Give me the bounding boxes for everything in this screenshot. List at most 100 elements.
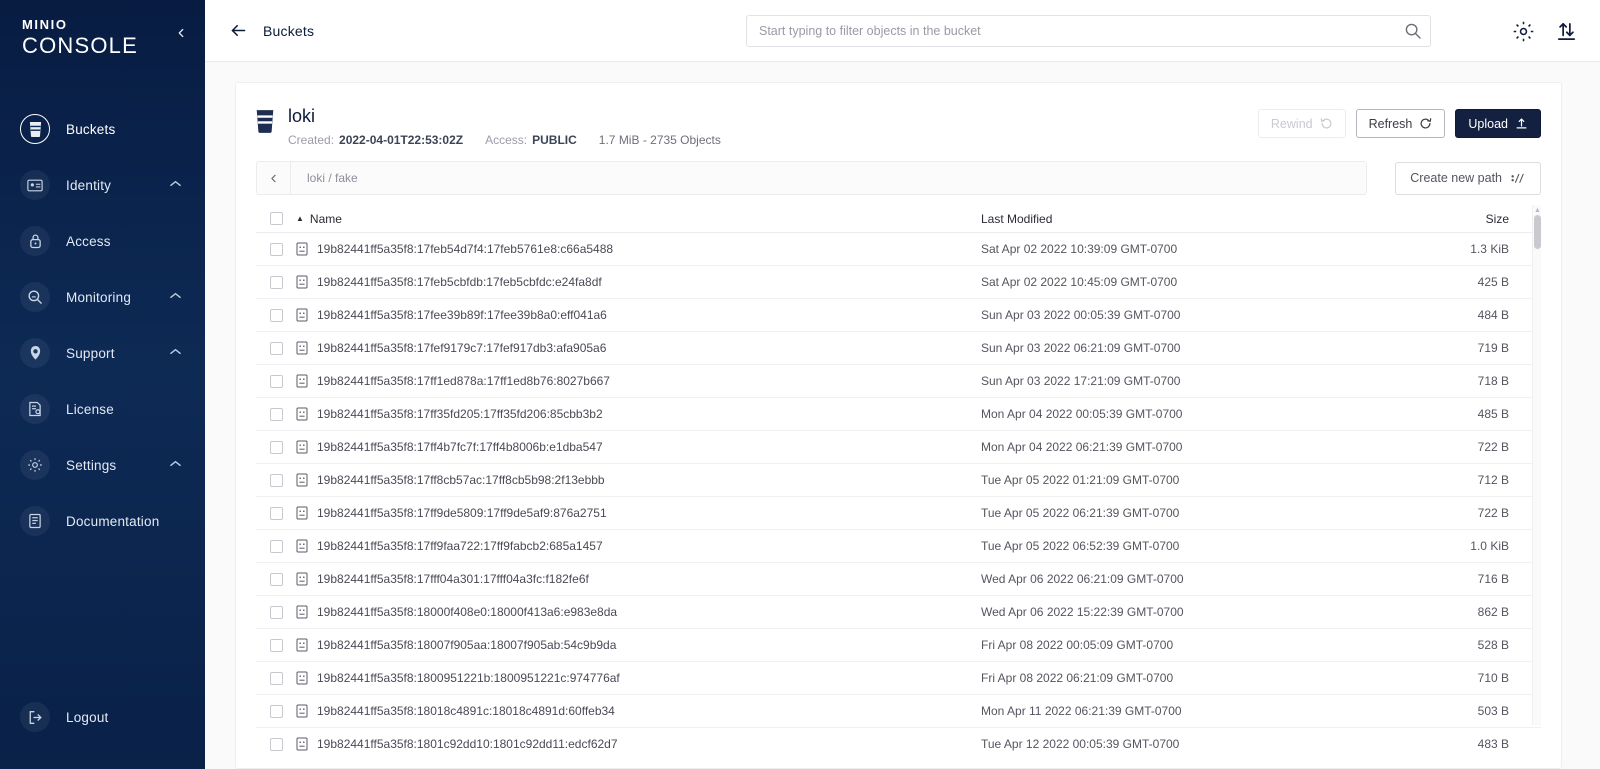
sidebar-item-monitoring[interactable]: Monitoring [0, 269, 205, 325]
object-name-cell[interactable]: 19b82441ff5a35f8:17ff8cb57ac:17ff8cb5b98… [296, 473, 981, 487]
breadcrumb[interactable]: loki / fake [290, 161, 1368, 195]
logout-container: Logout [0, 689, 205, 745]
object-last-modified: Tue Apr 05 2022 06:21:39 GMT-0700 [981, 506, 1180, 520]
row-checkbox[interactable] [269, 704, 283, 718]
table-row[interactable]: 19b82441ff5a35f8:18007f905aa:18007f905ab… [256, 629, 1541, 662]
sidebar-item-identity[interactable]: Identity [0, 157, 205, 213]
sidebar-item-support[interactable]: Support [0, 325, 205, 381]
object-name-cell[interactable]: 19b82441ff5a35f8:17ff9de5809:17ff9de5af9… [296, 506, 981, 520]
chevron-up-icon[interactable] [170, 348, 181, 359]
top-bar: Buckets [205, 0, 1600, 62]
table-row[interactable]: 19b82441ff5a35f8:17fee39b89f:17fee39b8a0… [256, 299, 1541, 332]
sidebar-item-buckets[interactable]: Buckets [0, 101, 205, 157]
sidebar-item-logout[interactable]: Logout [0, 689, 205, 745]
table-row[interactable]: 19b82441ff5a35f8:18000f408e0:18000f413a6… [256, 596, 1541, 629]
file-icon [296, 605, 308, 619]
chevron-left-icon[interactable] [173, 26, 189, 42]
row-checkbox[interactable] [269, 341, 283, 355]
select-all-checkbox[interactable] [269, 212, 283, 225]
table-row[interactable]: 19b82441ff5a35f8:17fef9179c7:17fef917db3… [256, 332, 1541, 365]
object-name-cell[interactable]: 19b82441ff5a35f8:18000f408e0:18000f413a6… [296, 605, 981, 619]
scroll-up-icon[interactable]: ▲ [1533, 206, 1542, 214]
column-header-last-modified[interactable]: Last Modified [981, 212, 1411, 226]
object-name-cell[interactable]: 19b82441ff5a35f8:17feb5cbfdb:17feb5cbfdc… [296, 275, 981, 289]
rewind-label: Rewind [1270, 116, 1313, 131]
table-row[interactable]: 19b82441ff5a35f8:17ff9faa722:17ff9fabcb2… [256, 530, 1541, 563]
chevron-up-icon[interactable] [170, 180, 181, 191]
object-name-cell[interactable]: 19b82441ff5a35f8:1800951221b:1800951221c… [296, 671, 981, 685]
table-row[interactable]: 19b82441ff5a35f8:17feb54d7f4:17feb5761e8… [256, 233, 1541, 266]
table-row[interactable]: 19b82441ff5a35f8:17ff9de5809:17ff9de5af9… [256, 497, 1541, 530]
row-checkbox[interactable] [269, 242, 283, 256]
row-checkbox[interactable] [269, 638, 283, 652]
bucket-info: loki Created: 2022-04-01T22:53:02Z Acces… [288, 105, 721, 147]
upload-button[interactable]: Upload [1455, 109, 1541, 138]
column-header-size[interactable]: Size [1411, 212, 1541, 226]
table-row[interactable]: 19b82441ff5a35f8:17ff1ed878a:17ff1ed8b76… [256, 365, 1541, 398]
search-input[interactable] [746, 15, 1431, 47]
refresh-button[interactable]: Refresh [1355, 109, 1446, 138]
row-checkbox[interactable] [269, 572, 283, 586]
create-new-path-button[interactable]: Create new path [1395, 161, 1541, 195]
object-size: 503 B [1477, 704, 1509, 718]
table-row[interactable]: 19b82441ff5a35f8:17ff4b7fc7f:17ff4b8006b… [256, 431, 1541, 464]
sidebar-item-settings[interactable]: Settings [0, 437, 205, 493]
object-size: 722 B [1477, 440, 1509, 454]
sidebar-item-documentation[interactable]: Documentation [0, 493, 205, 549]
chevron-up-icon[interactable] [170, 292, 181, 303]
bucket-name: loki [288, 106, 316, 126]
table-row[interactable]: 19b82441ff5a35f8:17ff35fd205:17ff35fd206… [256, 398, 1541, 431]
object-name-cell[interactable]: 19b82441ff5a35f8:17ff9faa722:17ff9fabcb2… [296, 539, 981, 553]
path-back-button[interactable] [256, 161, 290, 195]
table-row[interactable]: 19b82441ff5a35f8:1800951221b:1800951221c… [256, 662, 1541, 695]
object-name-cell[interactable]: 19b82441ff5a35f8:18018c4891c:18018c4891d… [296, 704, 981, 718]
object-name-cell[interactable]: 19b82441ff5a35f8:17ff35fd205:17ff35fd206… [296, 407, 981, 421]
object-last-modified: Tue Apr 05 2022 01:21:09 GMT-0700 [981, 473, 1180, 487]
row-checkbox[interactable] [269, 671, 283, 685]
row-checkbox[interactable] [269, 506, 283, 520]
column-header-name[interactable]: ▲ Name [296, 212, 981, 226]
chevron-up-icon[interactable] [170, 460, 181, 471]
table-row[interactable]: 19b82441ff5a35f8:1801c92dd10:1801c92dd11… [256, 728, 1541, 753]
object-name-cell[interactable]: 19b82441ff5a35f8:1801c92dd10:1801c92dd11… [296, 737, 981, 751]
table-row[interactable]: 19b82441ff5a35f8:17feb5cbfdb:17feb5cbfdc… [256, 266, 1541, 299]
object-name: 19b82441ff5a35f8:18018c4891c:18018c4891d… [317, 704, 615, 718]
table-row[interactable]: 19b82441ff5a35f8:17fff04a301:17fff04a3fc… [256, 563, 1541, 596]
object-name: 19b82441ff5a35f8:17ff9faa722:17ff9fabcb2… [317, 539, 603, 553]
row-select-cell [256, 407, 296, 421]
object-size: 484 B [1477, 308, 1509, 322]
row-checkbox[interactable] [269, 374, 283, 388]
object-name-cell[interactable]: 19b82441ff5a35f8:17fee39b89f:17fee39b8a0… [296, 308, 981, 322]
sidebar-item-access[interactable]: Access [0, 213, 205, 269]
object-size: 483 B [1477, 737, 1509, 751]
object-size: 1.0 KiB [1470, 539, 1509, 553]
object-name-cell[interactable]: 19b82441ff5a35f8:17fef9179c7:17fef917db3… [296, 341, 981, 355]
table-row[interactable]: 19b82441ff5a35f8:17ff8cb57ac:17ff8cb5b98… [256, 464, 1541, 497]
object-name-cell[interactable]: 19b82441ff5a35f8:17fff04a301:17fff04a3fc… [296, 572, 981, 586]
row-select-cell [256, 275, 296, 289]
row-checkbox[interactable] [269, 275, 283, 289]
gear-icon[interactable] [1512, 20, 1535, 43]
arrow-left-icon[interactable] [227, 20, 249, 42]
row-checkbox[interactable] [269, 473, 283, 487]
object-name-cell[interactable]: 19b82441ff5a35f8:17feb54d7f4:17feb5761e8… [296, 242, 981, 256]
row-checkbox[interactable] [269, 539, 283, 553]
object-name-cell[interactable]: 19b82441ff5a35f8:18007f905aa:18007f905ab… [296, 638, 981, 652]
upload-download-icon[interactable] [1555, 20, 1578, 43]
row-checkbox[interactable] [269, 440, 283, 454]
table-row[interactable]: 19b82441ff5a35f8:18018c4891c:18018c4891d… [256, 695, 1541, 728]
object-name-cell[interactable]: 19b82441ff5a35f8:17ff4b7fc7f:17ff4b8006b… [296, 440, 981, 454]
row-checkbox[interactable] [269, 605, 283, 619]
rewind-button[interactable]: Rewind [1257, 109, 1346, 138]
row-checkbox[interactable] [269, 308, 283, 322]
row-checkbox[interactable] [269, 407, 283, 421]
page-title: Buckets [263, 22, 315, 39]
object-name-cell[interactable]: 19b82441ff5a35f8:17ff1ed878a:17ff1ed8b76… [296, 374, 981, 388]
row-checkbox[interactable] [269, 737, 283, 751]
sidebar-item-license[interactable]: License [0, 381, 205, 437]
table-scrollbar[interactable]: ▲ [1532, 205, 1541, 725]
bucket-actions: Rewind Refresh Upload [1257, 109, 1541, 138]
file-icon [296, 341, 308, 355]
scrollbar-thumb[interactable] [1534, 215, 1541, 249]
minio-console-app: MINIO CONSOLE Buckets Identity Access Mo… [0, 0, 1600, 769]
